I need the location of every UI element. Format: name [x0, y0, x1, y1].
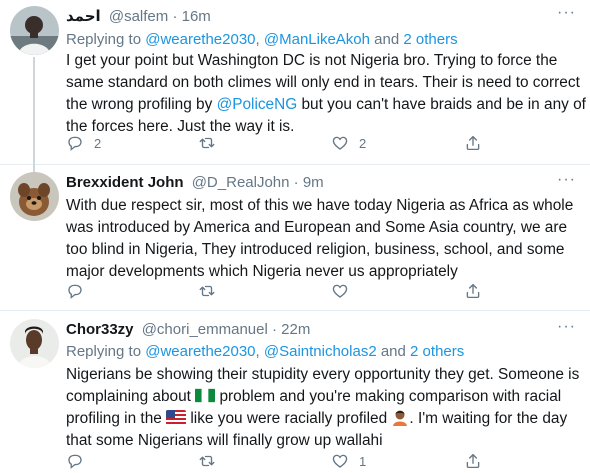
tweet-header: Chor33zy @chori_emmanuel · 22m [66, 320, 310, 340]
share-icon [466, 135, 480, 151]
replying-to: Replying to @wearethe2030, @ManLikeAkoh … [66, 30, 458, 50]
text-segment: problem and you're making comparison wit… [215, 388, 562, 405]
retweet-icon [199, 455, 215, 467]
display-name[interactable]: Brexxident John [66, 174, 184, 191]
tweet-header: احمد @salfem · 16m [66, 7, 211, 27]
separator-dot: · [172, 8, 178, 25]
heart-icon [332, 136, 348, 150]
us-flag-icon [166, 410, 187, 425]
share-icon [466, 453, 480, 469]
reply-icon [68, 454, 82, 469]
like-count: 1 [359, 453, 367, 469]
text-segment: complaining about [66, 388, 196, 405]
share-button[interactable] [464, 451, 482, 471]
others-link[interactable]: 2 others [403, 31, 457, 48]
like-button[interactable]: 1 [331, 451, 366, 471]
replying-separator: , [255, 343, 264, 360]
reply-button[interactable]: 2 [66, 133, 101, 153]
tweet-actions: 2 2 [66, 133, 566, 155]
replying-and: and [376, 343, 411, 360]
tweet-text-line: profiling in the like you were racially … [66, 408, 581, 430]
heart-icon [332, 284, 348, 298]
reply-button[interactable] [66, 281, 94, 301]
thread-line [33, 57, 35, 175]
tweet-text-line: Nigerians be showing their stupidity eve… [66, 366, 580, 383]
reply-icon [68, 136, 82, 151]
retweet-button[interactable] [198, 451, 226, 471]
reply-icon [68, 284, 82, 299]
nigeria-flag-icon [195, 388, 216, 403]
more-options-icon[interactable]: ··· [557, 171, 576, 189]
share-icon [466, 283, 480, 299]
timestamp[interactable]: 22m [281, 321, 310, 338]
share-button[interactable] [464, 133, 482, 153]
tweet-text-line: that some Nigerians will finally grow up… [66, 432, 383, 449]
text-segment: the wrong profiling by [66, 96, 217, 113]
tweet-text: With due respect sir, most of this we ha… [66, 195, 581, 283]
separator-dot: · [293, 174, 299, 191]
mention-link[interactable]: @ManLikeAkoh [264, 31, 370, 48]
timestamp[interactable]: 16m [182, 8, 211, 25]
user-handle[interactable]: @chori_emmanuel [142, 321, 268, 338]
replying-prefix: Replying to [66, 31, 146, 48]
replying-separator: , [255, 31, 264, 48]
timestamp[interactable]: 9m [303, 174, 324, 191]
tweet-text-line: complaining about problem and you're mak… [66, 386, 581, 408]
display-name[interactable]: احمد [66, 8, 101, 25]
like-button[interactable]: 2 [331, 133, 366, 153]
tweet-text-line: the wrong profiling by @PoliceNG but you… [66, 94, 586, 116]
replying-to: Replying to @wearethe2030, @Saintnichola… [66, 342, 464, 362]
like-count: 2 [359, 135, 367, 151]
replying-and: and [370, 31, 404, 48]
user-handle[interactable]: @D_RealJohn [192, 174, 290, 191]
tweet-text-line: I get your point but Washington DC is no… [66, 52, 558, 69]
heart-icon [332, 454, 348, 468]
reply-button[interactable] [66, 451, 94, 471]
person-emoji-icon [391, 408, 409, 426]
more-options-icon[interactable]: ··· [557, 4, 576, 22]
replying-prefix: Replying to [66, 343, 146, 360]
text-segment: but you can't have braids and be in any … [297, 96, 586, 113]
mention-link[interactable]: @wearethe2030 [145, 343, 255, 360]
tweet-header: Brexxident John @D_RealJohn · 9m [66, 173, 324, 193]
avatar-d-realjohn[interactable] [10, 172, 59, 221]
more-options-icon[interactable]: ··· [557, 318, 576, 336]
mention-link[interactable]: @wearethe2030 [145, 31, 255, 48]
others-link[interactable]: 2 others [410, 343, 464, 360]
mention-link[interactable]: @Saintnicholas2 [264, 343, 377, 360]
tweet-text: Nigerians be showing their stupidity eve… [66, 364, 581, 452]
retweet-icon [199, 285, 215, 297]
text-segment: like you were racially profiled [186, 410, 392, 427]
user-handle[interactable]: @salfem [109, 8, 168, 25]
display-name[interactable]: Chor33zy [66, 321, 134, 338]
avatar-salfem[interactable] [10, 6, 59, 55]
like-button[interactable] [331, 281, 359, 301]
share-button[interactable] [464, 281, 482, 301]
mention-link[interactable]: @PoliceNG [217, 96, 298, 113]
tweet-chori-emmanuel[interactable]: Chor33zy @chori_emmanuel · 22m ··· Reply… [0, 311, 590, 473]
retweet-icon [199, 137, 215, 149]
retweet-button[interactable] [198, 281, 226, 301]
text-segment: . I'm waiting for the day [409, 410, 568, 427]
tweet-text-line: major developments which Nigeria never u… [66, 263, 458, 280]
separator-dot: · [272, 321, 277, 338]
tweet-text: I get your point but Washington DC is no… [66, 50, 586, 138]
tweet-text-line: same standard on both climes will only e… [66, 74, 580, 91]
retweet-button[interactable] [198, 133, 226, 153]
tweet-d-realjohn[interactable]: Brexxident John @D_RealJohn · 9m ··· Wit… [0, 165, 590, 311]
text-segment: profiling in the [66, 410, 167, 427]
avatar-chori-emmanuel[interactable] [10, 319, 59, 368]
tweet-text-line: too blind in Nigeria, They introduced re… [66, 241, 565, 258]
reply-count: 2 [94, 135, 102, 151]
tweet-actions [66, 281, 566, 303]
tweet-text-line: With due respect sir, most of this we ha… [66, 197, 574, 214]
tweet-text-line: was introduced by America and European a… [66, 219, 568, 236]
tweet-salfem[interactable]: احمد @salfem · 16m ··· Replying to @wear… [0, 0, 590, 175]
tweet-actions: 1 [66, 451, 566, 473]
